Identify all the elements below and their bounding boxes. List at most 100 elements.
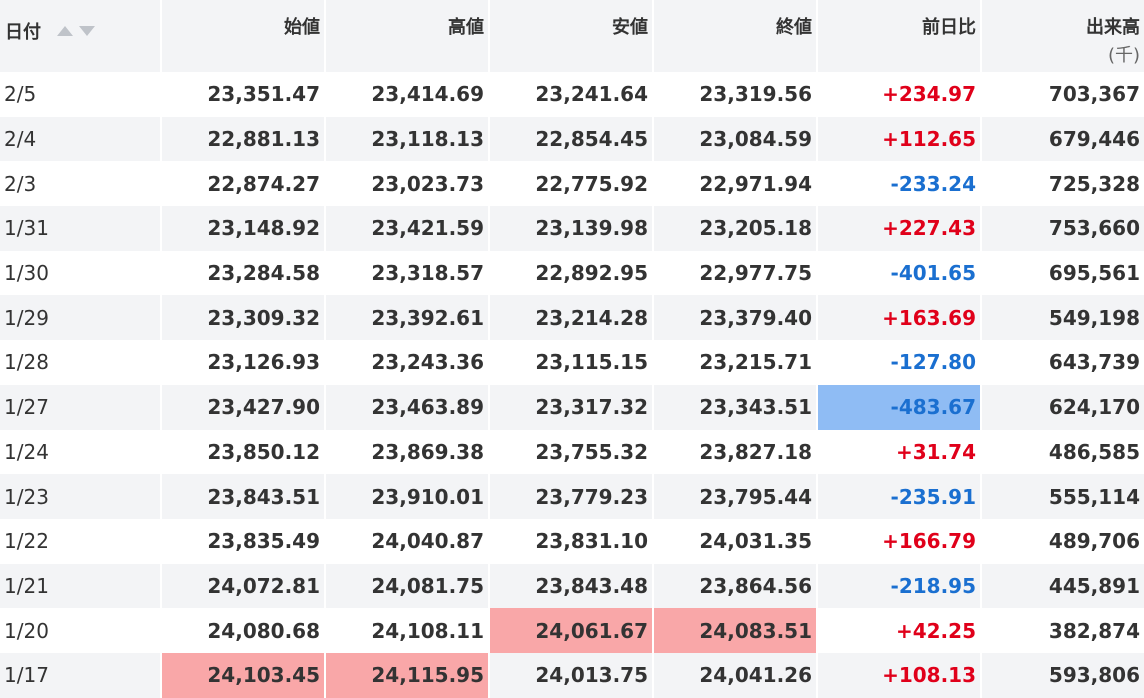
cell-high: 24,108.11 xyxy=(324,608,489,653)
cell-open: 23,835.49 xyxy=(160,518,325,564)
cell-volume: 382,874 xyxy=(980,608,1144,653)
header-open: 始値 xyxy=(160,0,325,72)
table-row: 2/5 23,351.47 23,414.69 23,241.64 23,319… xyxy=(0,72,1144,117)
table-row: 1/22 23,835.49 24,040.87 23,831.10 24,03… xyxy=(0,518,1144,564)
cell-date: 2/3 xyxy=(4,171,37,196)
cell-high: 24,115.95 xyxy=(324,652,489,698)
cell-date: 1/21 xyxy=(0,563,161,609)
cell-high: 23,421.59 xyxy=(324,206,489,251)
table-body: 2/5 23,351.47 23,414.69 23,241.64 23,319… xyxy=(0,72,1144,698)
cell-open: 22,881.13 xyxy=(160,116,325,162)
cell-low: 24,013.75 xyxy=(488,652,653,698)
cell-open: 23,351.47 xyxy=(160,72,325,117)
table-row: 2/4 22,881.13 23,118.13 22,854.45 23,084… xyxy=(0,116,1144,162)
sort-control[interactable] xyxy=(57,26,96,36)
cell-close: 22,977.75 xyxy=(652,250,817,296)
cell-date: 1/20 xyxy=(4,618,49,643)
cell-high: 24,081.75 xyxy=(324,563,489,609)
cell-change: -235.91 xyxy=(816,474,981,519)
cell-volume: 593,806 xyxy=(980,652,1144,698)
cell-high: 23,392.61 xyxy=(324,295,489,341)
cell-open: 24,103.45 xyxy=(160,652,325,698)
cell-open: 24,072.81 xyxy=(160,563,325,609)
cell-date: 1/17 xyxy=(0,652,161,698)
cell-date: 1/29 xyxy=(0,295,161,341)
header-change: 前日比 xyxy=(816,0,981,72)
cell-volume: 624,170 xyxy=(980,384,1144,430)
cell-change: +112.65 xyxy=(816,116,981,162)
cell-close: 23,827.18 xyxy=(652,429,817,475)
cell-close: 23,205.18 xyxy=(652,206,817,251)
cell-change: +31.74 xyxy=(816,429,981,475)
table-row: 1/27 23,427.90 23,463.89 23,317.32 23,34… xyxy=(0,384,1144,430)
cell-open: 23,126.93 xyxy=(160,340,325,385)
header-date[interactable]: 日付 xyxy=(0,0,161,72)
header-volume-label: 出来高 xyxy=(1086,17,1140,38)
cell-date: 1/24 xyxy=(4,439,49,464)
cell-low: 23,779.23 xyxy=(488,474,653,519)
cell-volume: 445,891 xyxy=(980,563,1144,609)
cell-change: -127.80 xyxy=(816,340,981,385)
cell-open: 24,080.68 xyxy=(160,608,325,653)
table-row: 1/30 23,284.58 23,318.57 22,892.95 22,97… xyxy=(0,250,1144,296)
cell-volume: 549,198 xyxy=(980,295,1144,341)
cell-volume: 679,446 xyxy=(980,116,1144,162)
cell-high: 23,910.01 xyxy=(324,474,489,519)
cell-close: 24,083.51 xyxy=(652,608,817,653)
table-header: 日付 始値 高値 安値 終値 前日比 出来高 (千) xyxy=(0,0,1144,72)
cell-change: -233.24 xyxy=(816,161,981,207)
cell-low: 23,831.10 xyxy=(488,518,653,564)
cell-change: +42.25 xyxy=(816,608,981,653)
cell-high: 23,463.89 xyxy=(324,384,489,430)
cell-open: 23,850.12 xyxy=(160,429,325,475)
cell-open: 23,309.32 xyxy=(160,295,325,341)
cell-close: 23,379.40 xyxy=(652,295,817,341)
sort-ascending-icon[interactable] xyxy=(57,26,74,36)
cell-volume: 725,328 xyxy=(980,161,1144,207)
cell-close: 23,795.44 xyxy=(652,474,817,519)
cell-low: 23,214.28 xyxy=(488,295,653,341)
cell-open: 23,148.92 xyxy=(160,206,325,251)
cell-date: 1/23 xyxy=(0,474,161,519)
cell-high: 23,118.13 xyxy=(324,116,489,162)
cell-close: 24,041.26 xyxy=(652,652,817,698)
cell-close: 23,343.51 xyxy=(652,384,817,430)
table-row: 1/28 23,126.93 23,243.36 23,115.15 23,21… xyxy=(0,340,1144,385)
header-row: 日付 始値 高値 安値 終値 前日比 出来高 (千) xyxy=(0,0,1144,72)
cell-close: 23,864.56 xyxy=(652,563,817,609)
cell-high: 23,414.69 xyxy=(324,72,489,117)
cell-change: -401.65 xyxy=(816,250,981,296)
cell-open: 23,284.58 xyxy=(160,250,325,296)
cell-high: 23,243.36 xyxy=(324,340,489,385)
cell-low: 23,115.15 xyxy=(488,340,653,385)
table-row: 1/24 23,850.12 23,869.38 23,755.32 23,82… xyxy=(0,429,1144,475)
cell-close: 24,031.35 xyxy=(652,518,817,564)
cell-change: -218.95 xyxy=(816,563,981,609)
header-volume-unit: (千) xyxy=(1107,45,1140,66)
cell-change: +108.13 xyxy=(816,652,981,698)
cell-close: 23,215.71 xyxy=(652,340,817,385)
cell-date: 1/31 xyxy=(0,206,161,251)
cell-low: 24,061.67 xyxy=(488,608,653,653)
cell-change: +166.79 xyxy=(816,518,981,564)
header-low: 安値 xyxy=(488,0,653,72)
cell-volume: 489,706 xyxy=(980,518,1144,564)
cell-high: 23,023.73 xyxy=(324,161,489,207)
cell-date: 1/27 xyxy=(0,384,161,430)
cell-date: 2/5 xyxy=(4,82,37,107)
sort-descending-icon[interactable] xyxy=(79,26,96,36)
cell-open: 22,874.27 xyxy=(160,161,325,207)
cell-volume: 695,561 xyxy=(980,250,1144,296)
cell-close: 23,319.56 xyxy=(652,72,817,117)
cell-close: 22,971.94 xyxy=(652,161,817,207)
header-close: 終値 xyxy=(652,0,817,72)
cell-change: +163.69 xyxy=(816,295,981,341)
cell-date: 2/4 xyxy=(0,116,161,162)
table-row: 1/21 24,072.81 24,081.75 23,843.48 23,86… xyxy=(0,563,1144,609)
cell-low: 22,892.95 xyxy=(488,250,653,296)
header-high: 高値 xyxy=(324,0,489,72)
header-volume: 出来高 (千) xyxy=(980,0,1144,72)
cell-volume: 643,739 xyxy=(980,340,1144,385)
cell-open: 23,427.90 xyxy=(160,384,325,430)
cell-low: 23,843.48 xyxy=(488,563,653,609)
